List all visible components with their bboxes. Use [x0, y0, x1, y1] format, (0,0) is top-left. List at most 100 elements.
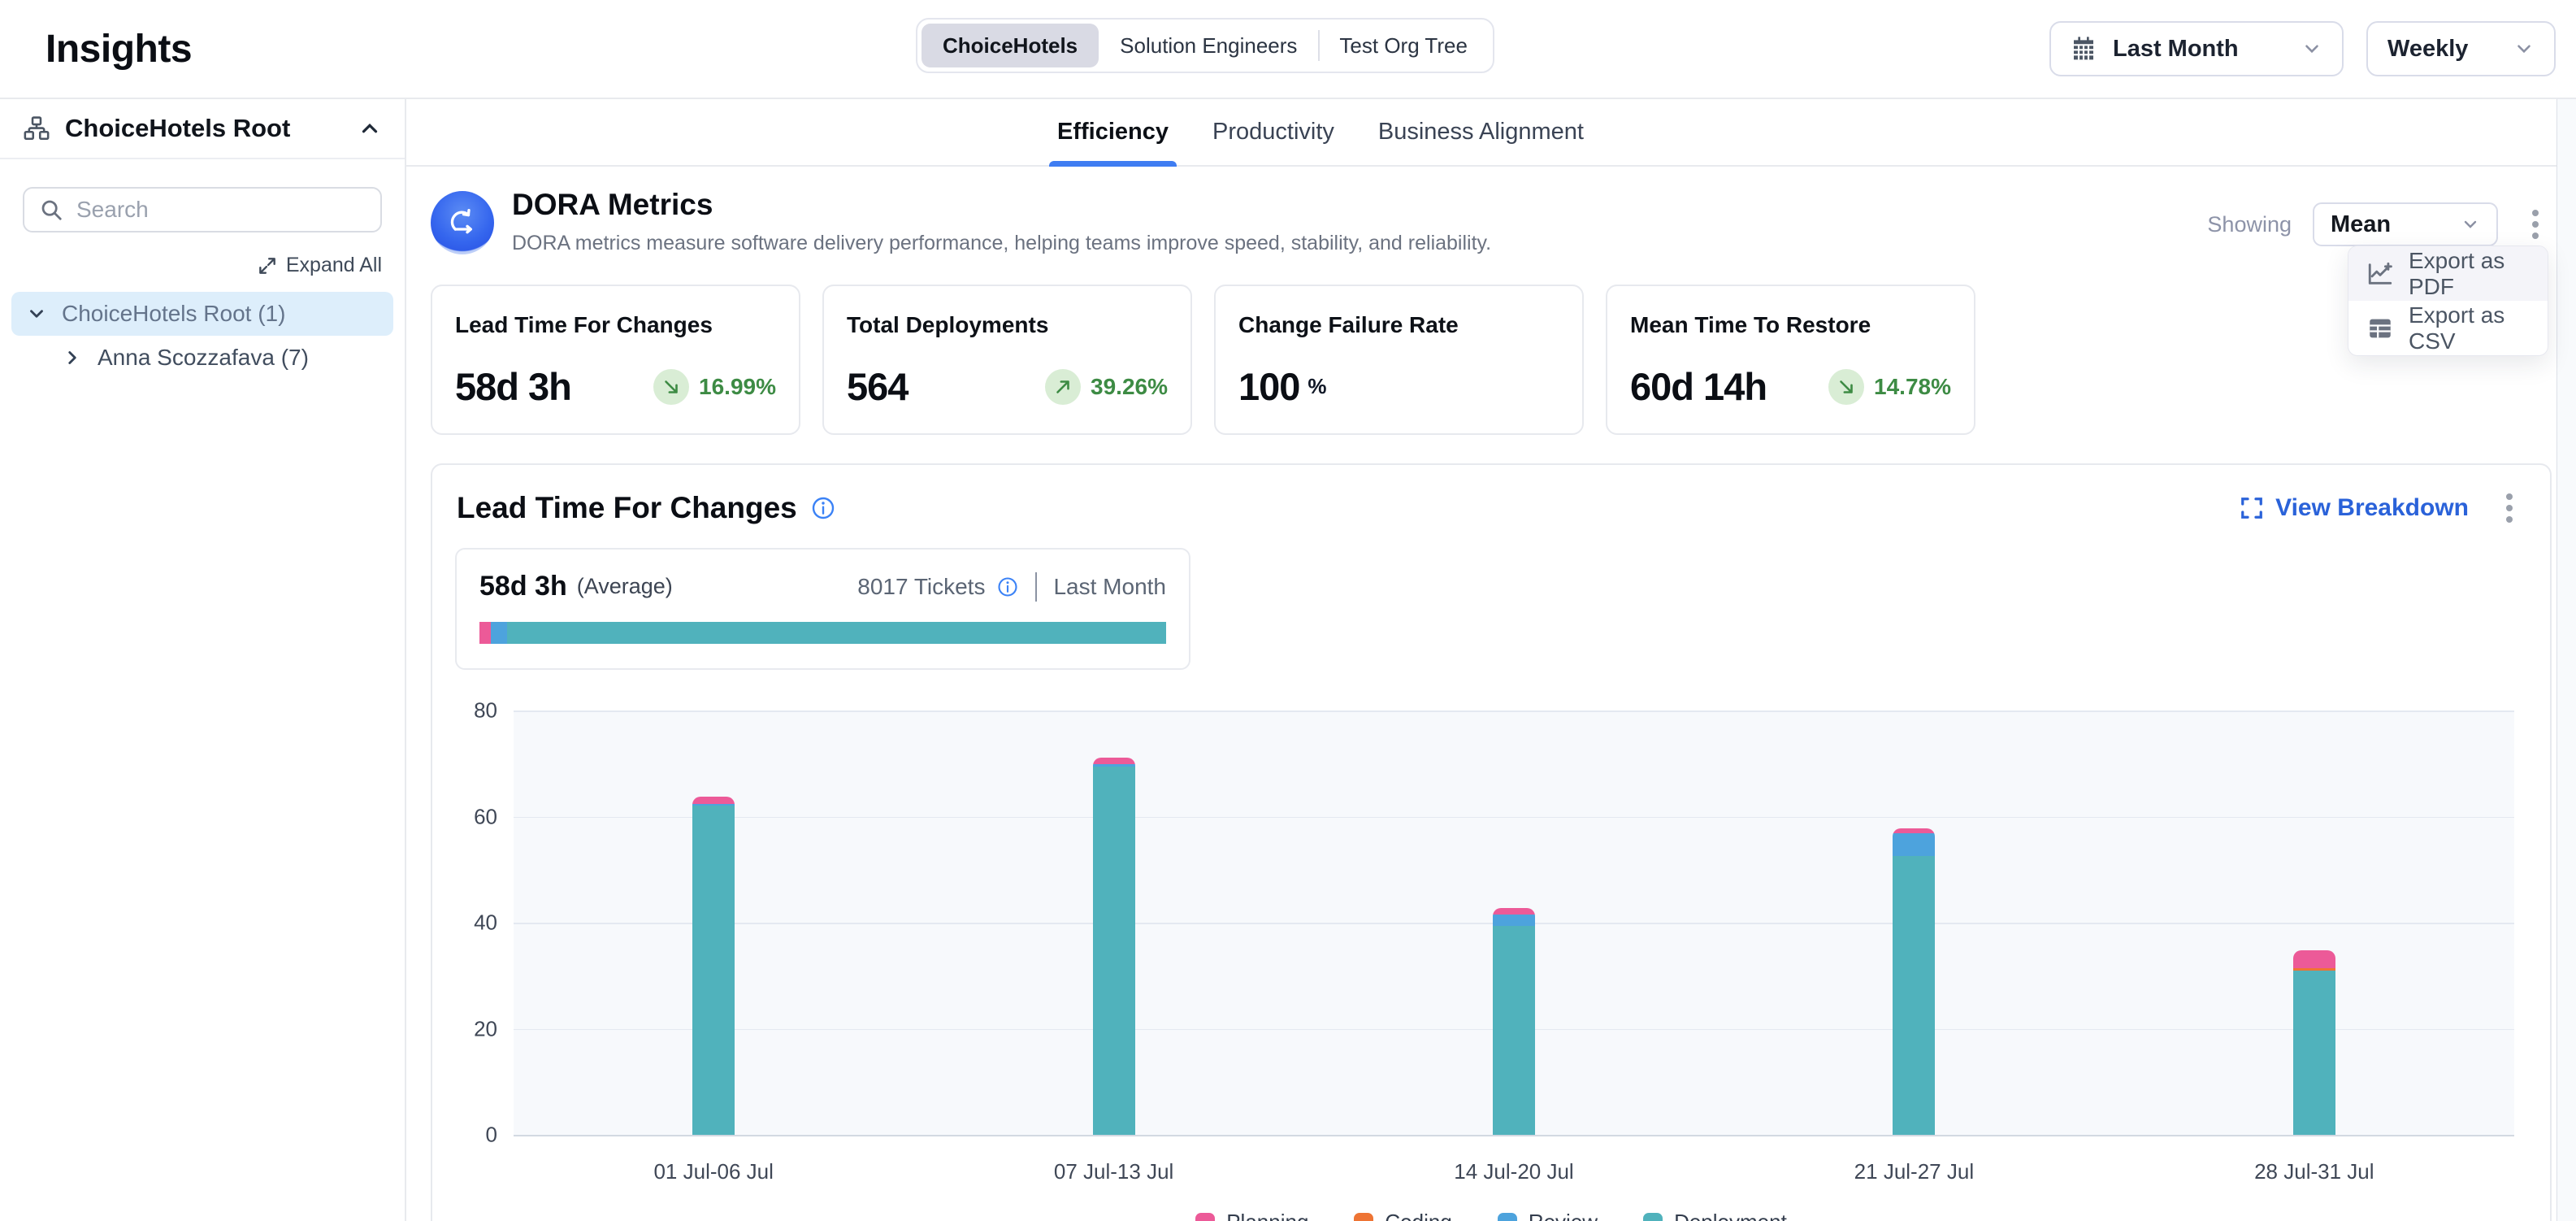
date-range-dropdown[interactable]: Last Month — [2049, 21, 2344, 76]
bar-segment-planning — [1493, 908, 1535, 914]
menu-item-export-as-csv[interactable]: Export as CSV — [2348, 301, 2548, 355]
summary-period: Last Month — [1053, 574, 1166, 600]
sidebar-root-label: ChoiceHotels Root — [65, 114, 343, 143]
bar-segment-deployment — [1893, 856, 1935, 1135]
lead-time-bar-chart: 01 Jul-06 Jul07 Jul-13 Jul14 Jul-20 Jul2… — [432, 710, 2550, 1135]
showing-select[interactable]: Mean — [2313, 202, 2498, 246]
chart-section-title: Lead Time For Changes — [457, 491, 797, 525]
bar-segment-planning — [1093, 758, 1135, 764]
tree-node[interactable]: ChoiceHotels Root (1) — [11, 292, 393, 336]
search-icon — [39, 198, 63, 222]
dora-kebab-menu-icon[interactable] — [2519, 202, 2552, 246]
top-header: Insights ChoiceHotelsSolution EngineersT… — [0, 0, 2576, 99]
expand-arrows-icon — [257, 255, 278, 276]
gridline — [514, 710, 2514, 712]
metric-card-value: 60d 14h — [1630, 364, 1767, 409]
showing-label: Showing — [2207, 212, 2292, 237]
scrollbar-track[interactable] — [2556, 99, 2576, 1221]
chart-plus-icon — [2366, 260, 2394, 288]
gridline — [514, 817, 2514, 819]
org-tab-solution-engineers[interactable]: Solution Engineers — [1099, 24, 1318, 67]
org-tab-test-org-tree[interactable]: Test Org Tree — [1318, 24, 1489, 67]
stacked-bar-28-jul-31-jul[interactable] — [2293, 950, 2335, 1135]
export-menu: Export as PDFExport as CSV — [2348, 246, 2548, 356]
trend-badge: 39.26% — [1045, 369, 1168, 405]
bar-segment-review — [1493, 915, 1535, 926]
sidebar: ChoiceHotels Root Expand All ChoiceHotel… — [0, 99, 406, 1221]
calendar-icon — [2071, 36, 2097, 62]
average-summary-box: 58d 3h (Average) 8017 Tickets Last Month — [455, 548, 1190, 670]
info-icon[interactable] — [996, 576, 1019, 598]
chart-kebab-menu-icon[interactable] — [2493, 486, 2526, 530]
y-axis-tick-label: 40 — [432, 910, 497, 936]
legend-label: Coding — [1385, 1210, 1451, 1221]
view-breakdown-label: View Breakdown — [2275, 494, 2469, 522]
showing-value: Mean — [2331, 211, 2391, 238]
stacked-bar-07-jul-13-jul[interactable] — [1093, 758, 1135, 1135]
tab-business-alignment[interactable]: Business Alignment — [1373, 99, 1589, 165]
collapse-chevron-up-icon[interactable] — [358, 116, 382, 141]
chevron-right-icon[interactable] — [60, 347, 85, 368]
tree-node[interactable]: Anna Scozzafava (7) — [47, 336, 393, 380]
lead-time-chart-card: Lead Time For Changes View Breakdown — [431, 463, 2552, 1221]
stacked-bar-01-jul-06-jul[interactable] — [692, 797, 735, 1135]
dora-title: DORA Metrics — [512, 188, 1491, 222]
tree-node-label: Anna Scozzafava (7) — [98, 345, 309, 371]
org-tree: ChoiceHotels Root (1) Anna Scozzafava (7) — [11, 292, 393, 380]
average-value: 58d 3h — [479, 571, 567, 602]
metric-card-title: Change Failure Rate — [1238, 312, 1559, 338]
granularity-value: Weekly — [2387, 36, 2468, 63]
tree-node-label: ChoiceHotels Root (1) — [62, 301, 285, 327]
metric-card-value: 100 — [1238, 364, 1299, 409]
legend-item-coding[interactable]: Coding — [1354, 1210, 1451, 1221]
stacked-bar-21-jul-27-jul[interactable] — [1893, 828, 1935, 1135]
bar-segment-review — [1893, 833, 1935, 857]
phase-progress-bar — [479, 622, 1166, 644]
search-box — [23, 187, 382, 232]
expand-all-label: Expand All — [286, 254, 382, 277]
main-content: Efficiency Productivity Business Alignment… — [406, 99, 2576, 1221]
legend-label: Review — [1529, 1210, 1598, 1221]
menu-item-export-as-pdf[interactable]: Export as PDF — [2348, 246, 2548, 301]
bar-segment-deployment — [1493, 926, 1535, 1135]
chevron-down-icon — [2461, 215, 2480, 234]
metric-card-title: Total Deployments — [847, 312, 1168, 338]
info-icon[interactable] — [810, 495, 836, 521]
trend-percentage: 16.99% — [699, 374, 776, 400]
gridline — [514, 1135, 2514, 1136]
trend-percentage: 39.26% — [1091, 374, 1168, 400]
bar-segment-deployment — [2293, 971, 2335, 1135]
table-icon — [2366, 315, 2394, 342]
trend-up-icon — [1045, 369, 1081, 405]
search-input[interactable] — [76, 197, 370, 223]
tickets-count: 8017 Tickets — [857, 574, 985, 600]
metric-card-change-failure-rate: Change Failure Rate100% — [1214, 285, 1584, 435]
metric-card-value: 58d 3h — [455, 364, 571, 409]
menu-item-label: Export as PDF — [2409, 248, 2530, 300]
legend-item-deployment[interactable]: Deployment — [1643, 1210, 1787, 1221]
view-breakdown-button[interactable]: View Breakdown — [2240, 494, 2469, 522]
header-controls: Last Month Weekly — [2049, 21, 2556, 76]
legend-item-review[interactable]: Review — [1498, 1210, 1598, 1221]
metric-cards-row: Lead Time For Changes 58d 3h 16.99% Total D… — [431, 285, 2552, 435]
trend-down-icon — [1828, 369, 1864, 405]
org-tab-choicehotels[interactable]: ChoiceHotels — [922, 24, 1099, 67]
dora-header: DORA Metrics DORA metrics measure softwa… — [431, 188, 2552, 255]
chevron-down-icon[interactable] — [24, 303, 49, 324]
tab-productivity[interactable]: Productivity — [1208, 99, 1339, 165]
bar-segment-deployment — [1093, 767, 1135, 1135]
tab-efficiency[interactable]: Efficiency — [1052, 99, 1173, 165]
expand-corners-icon — [2240, 496, 2264, 520]
metric-card-title: Lead Time For Changes — [455, 312, 776, 338]
chevron-down-icon — [2301, 38, 2322, 59]
legend-item-planning[interactable]: Planning — [1195, 1210, 1308, 1221]
granularity-dropdown[interactable]: Weekly — [2366, 21, 2556, 76]
chart-legend: Planning Coding Review Deployment — [432, 1210, 2550, 1221]
trend-down-icon — [653, 369, 689, 405]
metric-card-total-deployments: Total Deployments56439.26% — [822, 285, 1192, 435]
org-tab-group: ChoiceHotelsSolution EngineersTest Org T… — [916, 18, 1494, 73]
expand-all-button[interactable]: Expand All — [23, 254, 382, 277]
x-axis-tick-label: 21 Jul-27 Jul — [1854, 1159, 1974, 1184]
stacked-bar-14-jul-20-jul[interactable] — [1493, 908, 1535, 1135]
progress-segment-planning — [479, 622, 491, 644]
